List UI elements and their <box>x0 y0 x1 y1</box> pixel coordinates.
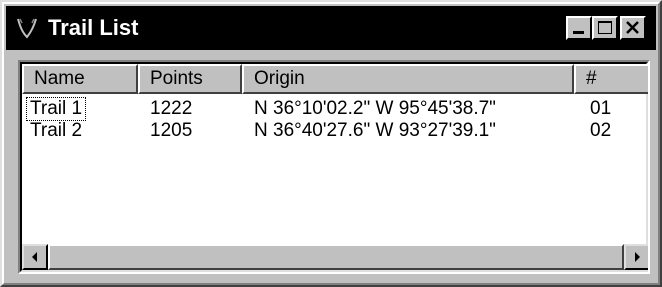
trail-points: 1222 <box>150 98 193 119</box>
trail-origin: N 36°40'27.6" W 93°27'39.1" <box>254 120 496 141</box>
trail-list-window: Trail List Name Points Origin # Trail 1 … <box>0 0 662 287</box>
trail-list-inner: Name Points Origin # Trail 1 1222 N 36°1… <box>20 62 648 272</box>
title-bar[interactable]: Trail List <box>6 6 656 50</box>
trail-origin: N 36°10'02.2" W 95°45'38.7" <box>254 98 496 119</box>
trail-number: 02 <box>590 120 612 141</box>
trail-list[interactable]: Name Points Origin # Trail 1 1222 N 36°1… <box>18 60 650 274</box>
horizontal-scrollbar[interactable] <box>22 244 648 270</box>
window-frame: Trail List Name Points Origin # Trail 1 … <box>2 2 660 285</box>
minimize-button[interactable] <box>566 16 592 40</box>
list-item[interactable]: Trail 1 1222 N 36°10'02.2" W 95°45'38.7"… <box>22 97 622 121</box>
column-header-name[interactable]: Name <box>22 64 138 94</box>
window-title: Trail List <box>48 15 139 40</box>
list-item[interactable]: Trail 2 1205 N 36°40'27.6" W 93°27'39.1"… <box>22 120 622 142</box>
maximize-icon <box>598 21 612 34</box>
scroll-left-button[interactable] <box>22 244 48 270</box>
scrollbar-thumb[interactable] <box>48 244 624 270</box>
scroll-right-button[interactable] <box>624 244 648 270</box>
trail-name: Trail 2 <box>30 120 83 141</box>
column-header-origin[interactable]: Origin <box>242 64 574 94</box>
column-header: Name Points Origin # <box>22 64 648 94</box>
trail-points: 1205 <box>150 120 193 141</box>
column-header-number[interactable]: # <box>574 64 648 94</box>
scroll-right-arrow-icon <box>635 252 640 262</box>
trail-app-icon[interactable] <box>16 16 38 40</box>
close-icon <box>626 21 639 34</box>
column-header-points[interactable]: Points <box>138 64 242 94</box>
maximize-button[interactable] <box>592 16 618 40</box>
close-button[interactable] <box>620 16 646 40</box>
trail-name: Trail 1 <box>25 97 87 121</box>
scroll-left-arrow-icon <box>32 252 37 262</box>
minimize-icon <box>573 31 584 34</box>
trail-number: 01 <box>590 98 612 119</box>
